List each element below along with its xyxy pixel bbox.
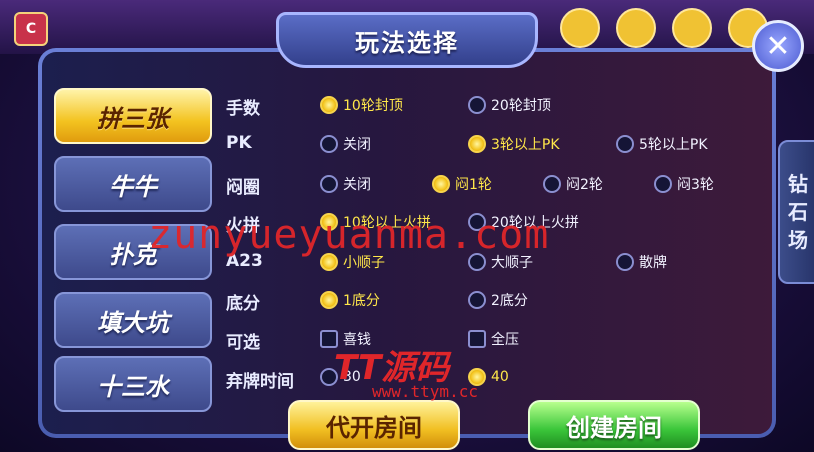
tab-niuniu[interactable]: 牛牛: [54, 156, 212, 212]
option-a23-big[interactable]: 大顺子: [468, 252, 533, 272]
row-label-pk: PK: [226, 133, 252, 153]
tab-poker[interactable]: 扑克: [54, 224, 212, 280]
radio-icon: [468, 96, 486, 114]
option-label: 闷2轮: [566, 177, 603, 193]
radio-selected-icon: [432, 175, 450, 193]
proxy-create-room-button[interactable]: 代开房间: [288, 400, 460, 450]
option-quanya[interactable]: 全压: [468, 329, 519, 349]
side-tab-char: 钻: [788, 172, 808, 196]
option-pk-5[interactable]: 5轮以上PK: [616, 134, 708, 154]
radio-selected-icon: [320, 291, 338, 309]
row-label-firefight: 火拼: [226, 216, 260, 236]
row-label-fold-time: 弃牌时间: [226, 372, 294, 392]
option-label: 20轮封顶: [491, 98, 551, 114]
option-label: 10轮以上火拼: [343, 215, 431, 231]
side-tab-char: 场: [788, 228, 808, 252]
option-label: 30: [343, 369, 361, 385]
option-label: 40: [491, 369, 509, 385]
radio-icon: [320, 175, 338, 193]
create-room-button[interactable]: 创建房间: [528, 400, 700, 450]
tab-zhajinhua[interactable]: 拼三张: [54, 88, 212, 144]
radio-selected-icon: [320, 213, 338, 231]
radio-icon: [320, 368, 338, 386]
option-pk-off[interactable]: 关闭: [320, 134, 371, 154]
option-label: 1底分: [343, 293, 380, 309]
option-fire-10[interactable]: 10轮以上火拼: [320, 212, 431, 232]
option-base-2[interactable]: 2底分: [468, 290, 528, 310]
radio-selected-icon: [320, 253, 338, 271]
row-label-optional: 可选: [226, 333, 260, 353]
radio-icon: [468, 253, 486, 271]
option-label: 关闭: [343, 177, 371, 193]
radio-icon: [320, 135, 338, 153]
radio-icon: [468, 291, 486, 309]
option-fold-40[interactable]: 40: [468, 368, 509, 386]
radio-selected-icon: [320, 96, 338, 114]
radio-icon: [616, 253, 634, 271]
mail-icon[interactable]: [672, 8, 712, 48]
radio-icon: [543, 175, 561, 193]
option-fire-20[interactable]: 20轮以上火拼: [468, 212, 579, 232]
close-button[interactable]: ✕: [752, 20, 804, 72]
avatar[interactable]: C: [14, 12, 48, 46]
option-label: 2底分: [491, 293, 528, 309]
trophy-icon[interactable]: [560, 8, 600, 48]
row-label-rounds: 手数: [226, 99, 260, 119]
diamond-room-tab[interactable]: 钻 石 场: [778, 140, 814, 284]
row-label-blind: 闷圈: [226, 178, 260, 198]
option-rounds-20[interactable]: 20轮封顶: [468, 95, 551, 115]
radio-selected-icon: [468, 135, 486, 153]
option-label: 3轮以上PK: [491, 137, 560, 153]
option-pk-3[interactable]: 3轮以上PK: [468, 134, 560, 154]
option-xiqian[interactable]: 喜钱: [320, 329, 371, 349]
option-label: 小顺子: [343, 255, 385, 271]
option-label: 大顺子: [491, 255, 533, 271]
option-blind-3[interactable]: 闷3轮: [654, 174, 714, 194]
radio-icon: [468, 213, 486, 231]
option-base-1[interactable]: 1底分: [320, 290, 380, 310]
option-a23-loose[interactable]: 散牌: [616, 252, 667, 272]
option-blind-1[interactable]: 闷1轮: [432, 174, 492, 194]
radio-icon: [616, 135, 634, 153]
side-tab-char: 石: [788, 200, 808, 224]
tab-tiandakeng[interactable]: 填大坑: [54, 292, 212, 348]
radio-selected-icon: [468, 368, 486, 386]
option-fold-30[interactable]: 30: [320, 368, 361, 386]
option-blind-off[interactable]: 关闭: [320, 174, 371, 194]
checkbox-icon: [468, 330, 486, 348]
option-label: 10轮封顶: [343, 98, 403, 114]
row-label-a23: A23: [226, 251, 263, 271]
top-icons: [560, 8, 768, 48]
option-label: 20轮以上火拼: [491, 215, 579, 231]
menu-icon[interactable]: [616, 8, 656, 48]
option-label: 5轮以上PK: [639, 137, 708, 153]
radio-icon: [654, 175, 672, 193]
option-label: 闷3轮: [677, 177, 714, 193]
option-label: 散牌: [639, 255, 667, 271]
option-label: 全压: [491, 332, 519, 348]
row-label-base-score: 底分: [226, 294, 260, 314]
option-blind-2[interactable]: 闷2轮: [543, 174, 603, 194]
tab-shisanshui[interactable]: 十三水: [54, 356, 212, 412]
option-a23-small[interactable]: 小顺子: [320, 252, 385, 272]
option-label: 闷1轮: [455, 177, 492, 193]
option-label: 喜钱: [343, 332, 371, 348]
checkbox-icon: [320, 330, 338, 348]
page-title: 玩法选择: [276, 12, 538, 68]
option-label: 关闭: [343, 137, 371, 153]
option-rounds-10[interactable]: 10轮封顶: [320, 95, 403, 115]
